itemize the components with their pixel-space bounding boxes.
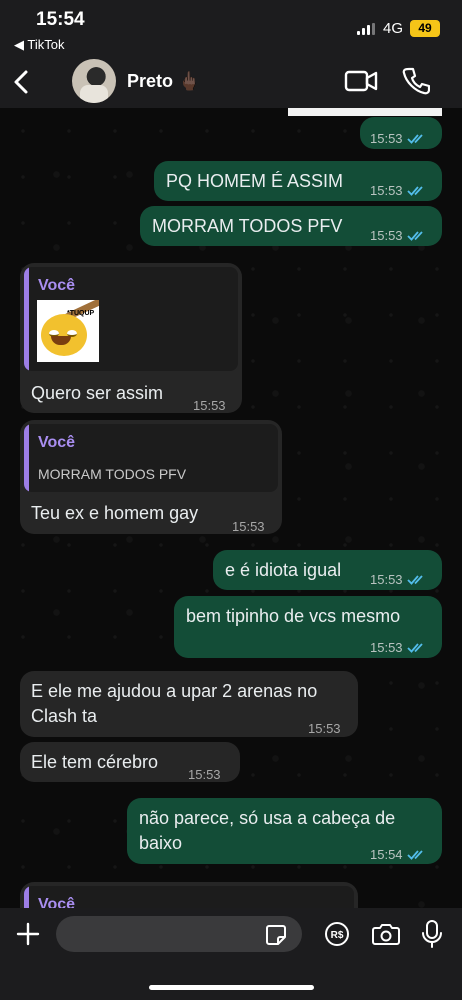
incoming-message[interactable]: Você xyxy=(20,882,358,908)
battery-level: 49 xyxy=(418,21,432,35)
quoted-message[interactable]: Você MORRAM TODOS PFV xyxy=(24,424,278,492)
avatar[interactable] xyxy=(72,59,116,103)
message-time: 15:53 xyxy=(232,519,265,534)
signal-icon xyxy=(357,23,377,35)
message-text-line: Clash ta xyxy=(31,706,98,726)
chevron-left-icon[interactable] xyxy=(8,66,36,98)
input-bar: R$ xyxy=(0,908,462,1000)
incoming-message[interactable]: Ele tem cérebro 15:53 xyxy=(20,742,240,782)
outgoing-message[interactable]: MORRAM TODOS PFV 15:53 xyxy=(140,206,442,246)
message-text: bem tipinho de vcs mesmo xyxy=(186,606,401,626)
read-ticks-icon xyxy=(406,231,423,241)
incoming-message[interactable]: Você MORRAM TODOS PFV Teu ex e homem gay… xyxy=(20,420,282,534)
message-time: 15:53 xyxy=(370,131,403,146)
outgoing-message[interactable]: PQ HOMEM É ASSIM 15:53 xyxy=(154,161,442,201)
quoted-message[interactable]: Você *TUQUP xyxy=(24,267,238,371)
message-time: 15:53 xyxy=(370,228,403,243)
read-ticks-icon xyxy=(406,850,423,860)
read-ticks-icon xyxy=(406,134,423,144)
svg-text:R$: R$ xyxy=(331,930,344,941)
message-text: MORRAM TODOS PFV xyxy=(152,216,343,236)
message-text: Quero ser assim xyxy=(31,383,164,403)
clock: 15:54 xyxy=(36,9,85,30)
message-text-line: baixo xyxy=(139,833,183,853)
read-ticks-icon xyxy=(406,575,423,585)
message-time: 15:54 xyxy=(370,847,403,862)
message-time: 15:53 xyxy=(370,640,403,655)
message-time: 15:53 xyxy=(370,572,403,587)
message-text: Teu ex e homem gay xyxy=(31,503,199,523)
network-type: 4G xyxy=(383,20,404,37)
message-time: 15:53 xyxy=(188,767,221,782)
chat-area[interactable]: 15:53 PQ HOMEM É ASSIM 15:53 MORRAM TODO… xyxy=(0,108,462,908)
incoming-message[interactable]: Você *TUQUP Quero ser assim 15:53 xyxy=(20,263,242,413)
message-text: PQ HOMEM É ASSIM xyxy=(166,171,344,191)
outgoing-message[interactable]: e é idiota igual 15:53 xyxy=(213,550,442,590)
read-ticks-icon xyxy=(406,643,423,653)
pix-icon[interactable]: R$ xyxy=(324,921,350,947)
phone-icon[interactable] xyxy=(402,66,430,96)
camera-icon[interactable] xyxy=(372,922,400,946)
message-time: 15:53 xyxy=(308,721,341,736)
outgoing-message[interactable]: não parece, só usa a cabeça de baixo 15:… xyxy=(127,798,442,864)
outgoing-message[interactable]: bem tipinho de vcs mesmo 15:53 xyxy=(174,596,442,658)
quote-author: Você xyxy=(38,434,76,451)
message-text-line: não parece, só usa a cabeça de xyxy=(139,808,396,828)
quoted-sticker: *TUQUP xyxy=(37,300,99,362)
microphone-icon[interactable] xyxy=(421,919,443,949)
quote-author: Você xyxy=(38,277,76,294)
message-text-line: E ele me ajudou a upar 2 arenas no xyxy=(31,681,318,701)
battery-icon: 49 xyxy=(410,20,440,37)
back-to-app-link[interactable]: ◀ TikTok xyxy=(14,37,64,53)
outgoing-message[interactable]: 15:53 xyxy=(360,117,442,149)
plus-icon[interactable] xyxy=(16,922,40,946)
sticker-icon[interactable] xyxy=(265,924,287,946)
message-time: 15:53 xyxy=(193,398,226,413)
home-indicator[interactable] xyxy=(149,985,314,990)
chat-header: Preto 🖕🏿 xyxy=(0,56,462,108)
message-text: Ele tem cérebro xyxy=(31,752,159,772)
previous-media-thumbnail[interactable] xyxy=(288,108,442,116)
message-time: 15:53 xyxy=(370,183,403,198)
quote-author: Você xyxy=(38,896,76,908)
contact-name[interactable]: Preto 🖕🏿 xyxy=(127,71,200,92)
incoming-message[interactable]: E ele me ajudou a upar 2 arenas no Clash… xyxy=(20,671,358,737)
status-bar: 15:54 ◀ TikTok 4G 49 xyxy=(0,0,462,56)
quote-text: MORRAM TODOS PFV xyxy=(38,466,187,482)
message-text: e é idiota igual xyxy=(225,560,342,580)
video-camera-icon[interactable] xyxy=(344,68,378,94)
read-ticks-icon xyxy=(406,186,423,196)
quoted-message[interactable]: Você xyxy=(24,886,354,908)
